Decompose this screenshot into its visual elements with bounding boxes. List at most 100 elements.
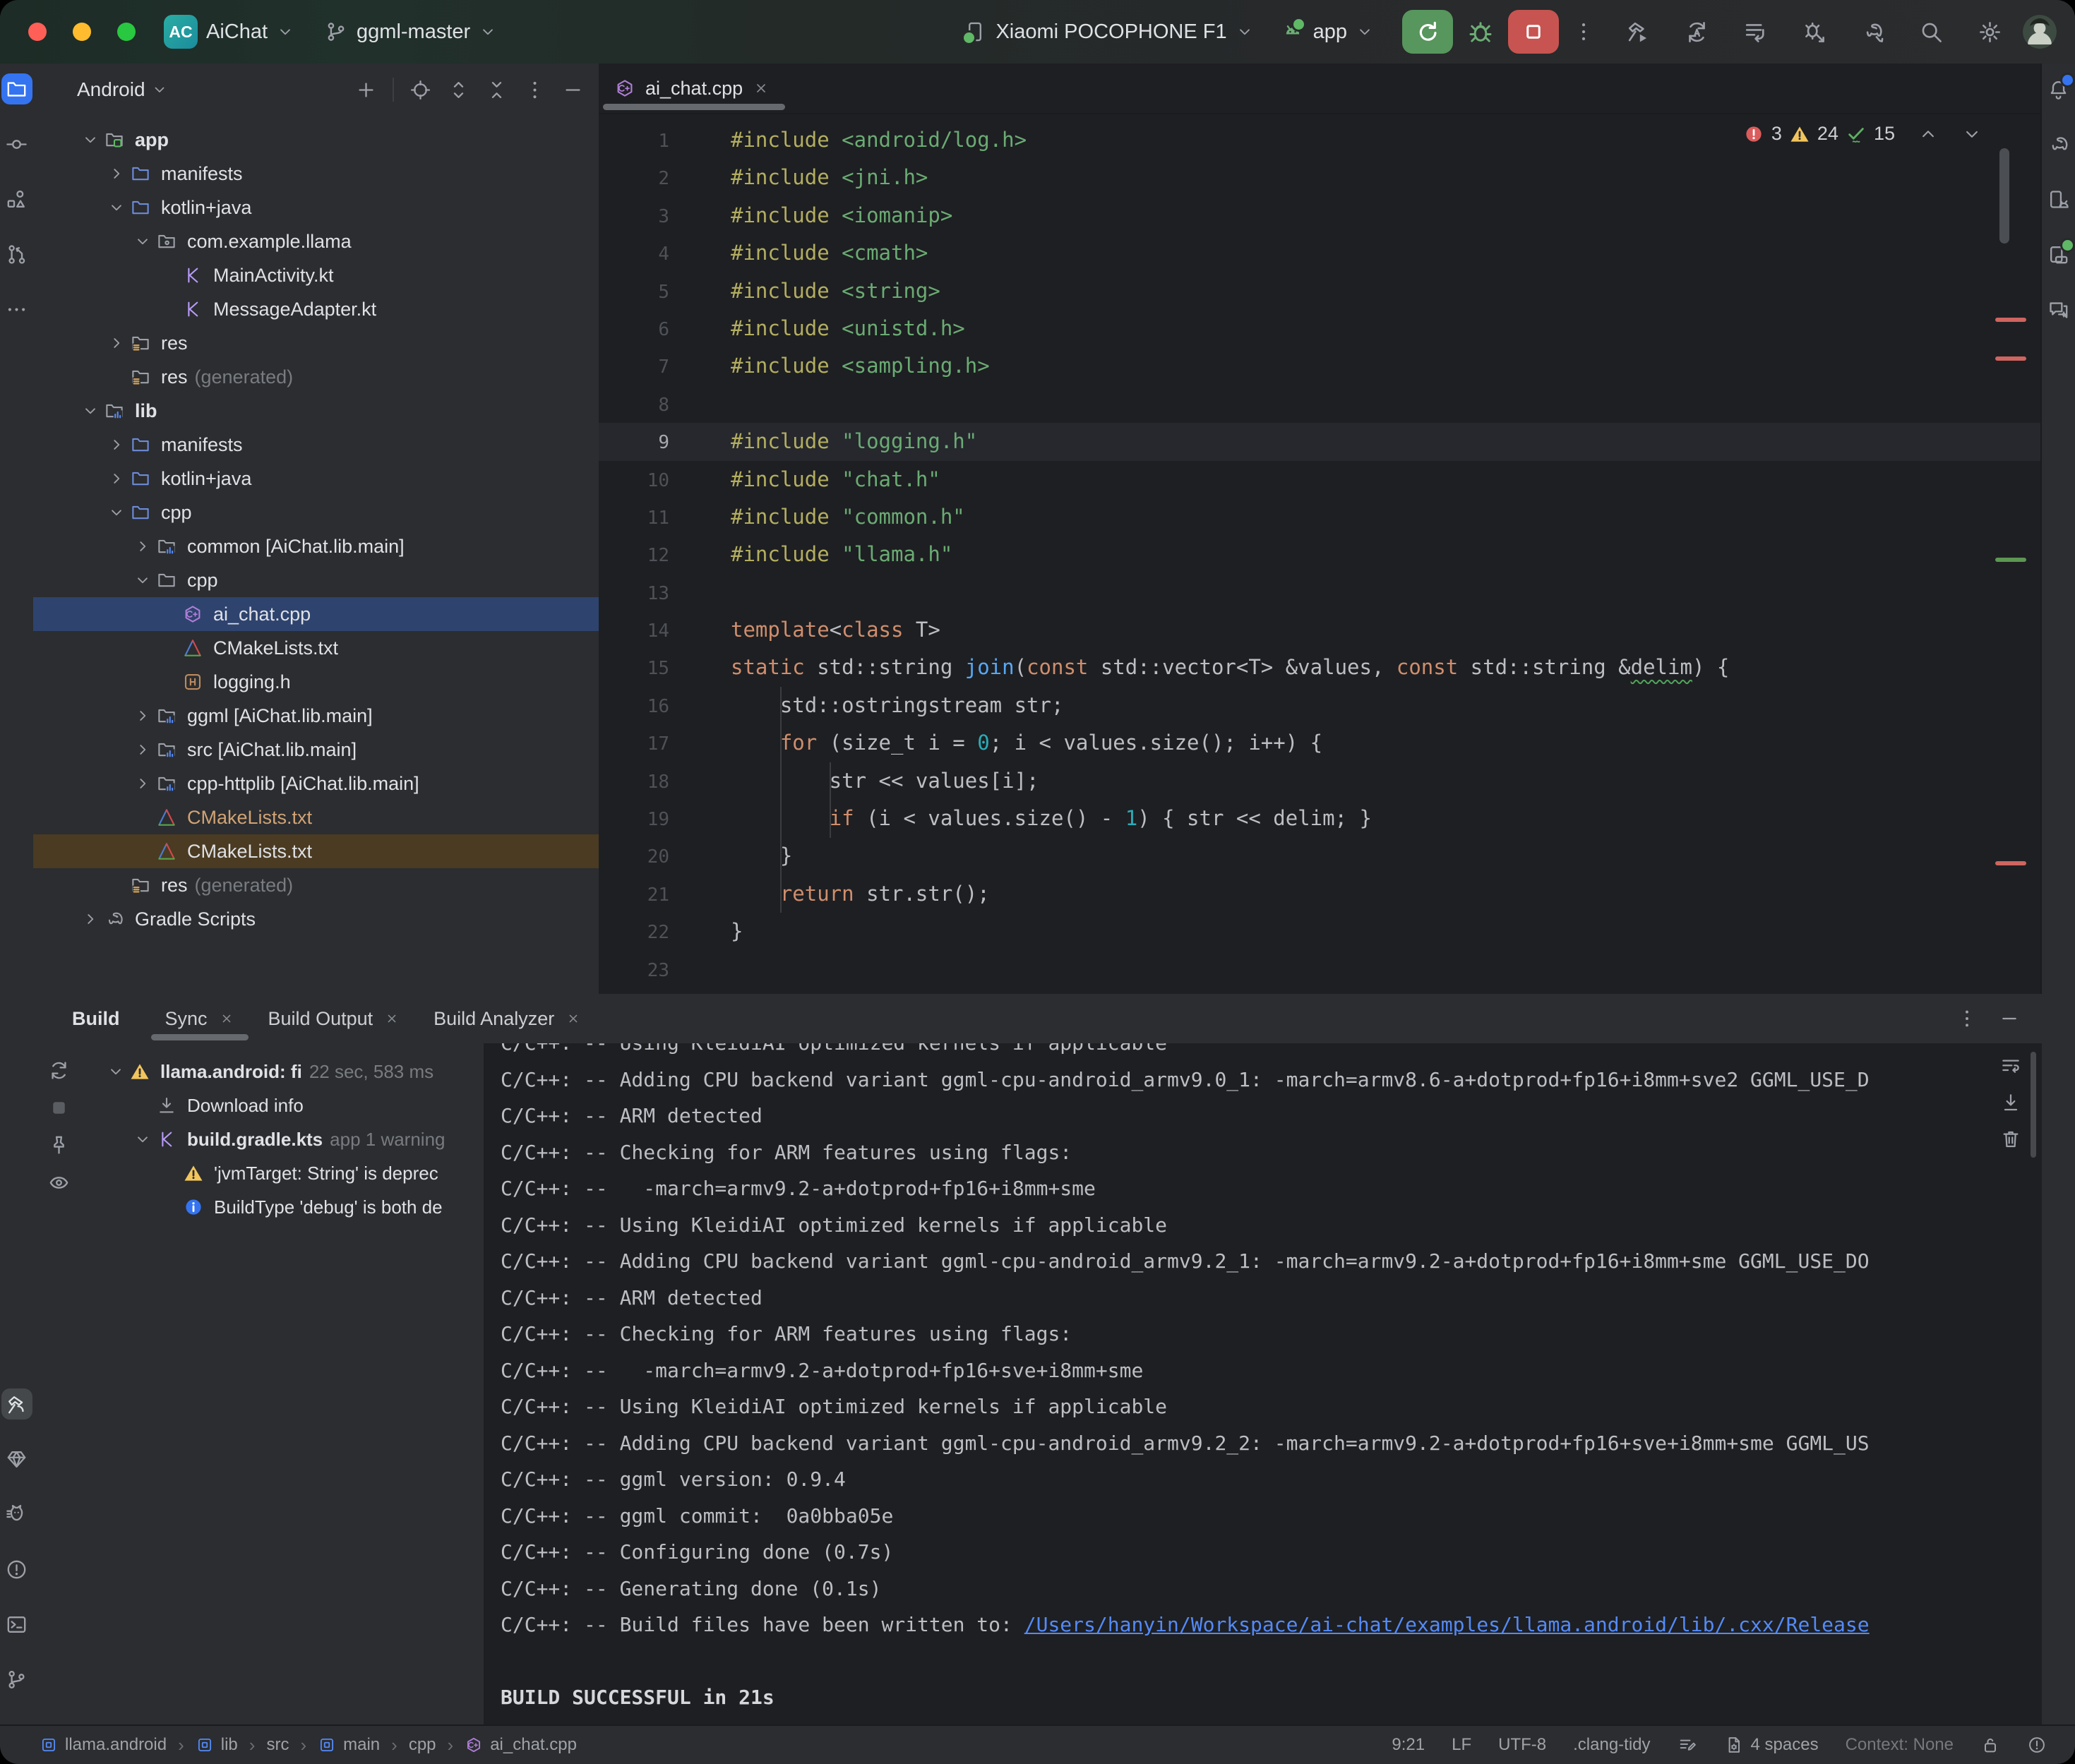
project-row-cmakelists-txt[interactable]: CMakeLists.txt bbox=[33, 800, 599, 834]
breadcrumb-llama-android[interactable]: llama.android bbox=[40, 1735, 167, 1755]
chevron-down-icon[interactable] bbox=[78, 402, 102, 420]
close-tab-icon[interactable] bbox=[566, 1011, 581, 1026]
line-number[interactable]: 13 bbox=[599, 575, 669, 613]
build-run-icon[interactable] bbox=[1625, 19, 1651, 45]
terminal-tool-icon[interactable] bbox=[1, 1609, 32, 1640]
next-problem-icon[interactable] bbox=[1961, 124, 1983, 145]
project-row-cmakelists-txt[interactable]: CMakeLists.txt bbox=[33, 834, 599, 868]
line-number[interactable]: 3 bbox=[599, 198, 669, 236]
project-row-manifests[interactable]: manifests bbox=[33, 428, 599, 462]
ai-context[interactable]: Context: None bbox=[1846, 1735, 1954, 1755]
project-row-common-aichat-lib-main[interactable]: common [AiChat.lib.main] bbox=[33, 529, 599, 563]
chevron-right-icon[interactable] bbox=[131, 537, 155, 556]
close-tab-icon[interactable] bbox=[219, 1011, 234, 1026]
file-encoding[interactable]: UTF-8 bbox=[1498, 1735, 1546, 1755]
breadcrumb-main[interactable]: main bbox=[318, 1735, 380, 1755]
indent-config[interactable]: 4 spaces bbox=[1724, 1735, 1819, 1755]
project-row-messageadapter-kt[interactable]: MessageAdapter.kt bbox=[33, 292, 599, 326]
build-tab-build-analyzer[interactable]: Build Analyzer bbox=[417, 994, 598, 1043]
build-row-download-info[interactable]: Download info bbox=[33, 1088, 484, 1122]
previous-problem-icon[interactable] bbox=[1918, 124, 1939, 145]
clear-console-icon[interactable] bbox=[1999, 1128, 2022, 1151]
build-tab-sync[interactable]: Sync bbox=[148, 994, 251, 1043]
line-number[interactable]: 9 bbox=[599, 424, 669, 462]
add-icon[interactable] bbox=[354, 78, 378, 102]
app-quality-insights-icon[interactable] bbox=[1, 1444, 32, 1475]
project-row-com-example-llama[interactable]: com.example.llama bbox=[33, 224, 599, 258]
select-opened-file-icon[interactable] bbox=[409, 78, 432, 102]
project-row-src-aichat-lib-main[interactable]: src [AiChat.lib.main] bbox=[33, 733, 599, 767]
line-number[interactable]: 19 bbox=[599, 801, 669, 839]
project-tool-icon[interactable] bbox=[1, 73, 32, 104]
build-output-path-link[interactable]: /Users/hanyin/Workspace/ai-chat/examples… bbox=[1024, 1613, 1870, 1636]
build-row-jvmtarget-string-is-deprec[interactable]: 'jvmTarget: String' is deprec bbox=[33, 1156, 484, 1190]
device-selector[interactable]: Xiaomi POCOPHONE F1 bbox=[963, 20, 1253, 44]
build-row-build-gradle-kts[interactable]: build.gradle.ktsapp 1 warning bbox=[33, 1122, 484, 1156]
build-tool-icon[interactable] bbox=[1, 1388, 32, 1420]
build-row-buildtype-debug-is-both-de[interactable]: BuildType 'debug' is both de bbox=[33, 1190, 484, 1224]
error-stripe-mark[interactable] bbox=[1995, 356, 2026, 361]
chevron-down-icon[interactable] bbox=[131, 571, 155, 589]
vcs-widget[interactable]: ggml-master bbox=[324, 20, 497, 44]
line-number[interactable]: 23 bbox=[599, 952, 669, 990]
run-config-selector[interactable]: app bbox=[1281, 20, 1374, 44]
chevron-down-icon[interactable] bbox=[104, 198, 128, 217]
code-analysis-profile[interactable]: .clang-tidy bbox=[1573, 1735, 1650, 1755]
more-tools-icon[interactable] bbox=[1, 294, 32, 325]
line-number[interactable]: 12 bbox=[599, 537, 669, 575]
caret-position[interactable]: 9:21 bbox=[1392, 1735, 1425, 1755]
line-number[interactable]: 6 bbox=[599, 311, 669, 349]
hide-build-panel-icon[interactable] bbox=[1998, 1007, 2021, 1030]
debug-button[interactable] bbox=[1466, 17, 1495, 47]
profiler-tool-icon[interactable] bbox=[1, 1499, 32, 1530]
line-number[interactable]: 22 bbox=[599, 914, 669, 952]
gemini-chat-icon[interactable] bbox=[2043, 294, 2074, 325]
line-number[interactable]: 1 bbox=[599, 123, 669, 160]
minimize-window-button[interactable] bbox=[73, 23, 91, 41]
breadcrumb-src[interactable]: src bbox=[266, 1735, 289, 1755]
close-tab-icon[interactable] bbox=[753, 80, 770, 97]
project-row-ai-chat-cpp[interactable]: ai_chat.cpp bbox=[33, 597, 599, 631]
build-console[interactable]: C/C++: -- Using KleidiAI optimized kerne… bbox=[484, 1043, 2042, 1726]
build-variants-icon[interactable] bbox=[1742, 19, 1769, 45]
chevron-right-icon[interactable] bbox=[131, 707, 155, 725]
formatter-icon[interactable] bbox=[1678, 1735, 1697, 1755]
build-options-icon[interactable] bbox=[1956, 1007, 1978, 1030]
project-row-manifests[interactable]: manifests bbox=[33, 157, 599, 191]
scroll-to-end-icon[interactable] bbox=[1999, 1091, 2022, 1114]
inspections-widget[interactable]: 3 24 15 bbox=[1743, 123, 1983, 145]
settings-icon[interactable] bbox=[1977, 19, 2003, 45]
notifications-icon[interactable] bbox=[2043, 73, 2074, 104]
line-number[interactable]: 15 bbox=[599, 650, 669, 688]
chevron-right-icon[interactable] bbox=[104, 436, 128, 454]
project-row-cpp[interactable]: cpp bbox=[33, 563, 599, 597]
options-icon[interactable] bbox=[523, 78, 546, 102]
project-row-cpp-httplib-aichat-lib-main[interactable]: cpp-httplib [AiChat.lib.main] bbox=[33, 767, 599, 800]
error-stripe-mark[interactable] bbox=[1995, 318, 2026, 322]
project-row-kotlin-java[interactable]: kotlin+java bbox=[33, 191, 599, 224]
line-number[interactable]: 4 bbox=[599, 236, 669, 273]
code-area[interactable]: 1#include <android/log.h>2#include <jni.… bbox=[599, 114, 2042, 994]
rerun-button[interactable] bbox=[1402, 10, 1453, 54]
project-row-res[interactable]: res(generated) bbox=[33, 360, 599, 394]
apply-changes-icon[interactable] bbox=[1684, 19, 1710, 45]
project-row-cpp[interactable]: cpp bbox=[33, 496, 599, 529]
chevron-right-icon[interactable] bbox=[104, 164, 128, 183]
line-number[interactable]: 14 bbox=[599, 613, 669, 650]
line-number[interactable]: 16 bbox=[599, 688, 669, 726]
attach-debugger-icon[interactable] bbox=[1801, 19, 1827, 45]
version-control-tool-icon[interactable] bbox=[1, 1664, 32, 1695]
project-row-mainactivity-kt[interactable]: MainActivity.kt bbox=[33, 258, 599, 292]
console-scrollbar-thumb[interactable] bbox=[2031, 1052, 2036, 1158]
line-number[interactable]: 21 bbox=[599, 877, 669, 914]
line-number[interactable]: 20 bbox=[599, 839, 669, 876]
breadcrumb-cpp[interactable]: cpp bbox=[409, 1735, 436, 1755]
close-tab-icon[interactable] bbox=[384, 1011, 400, 1026]
pull-requests-tool-icon[interactable] bbox=[1, 239, 32, 270]
maximize-window-button[interactable] bbox=[117, 23, 136, 41]
breadcrumb-ai-chat-cpp[interactable]: ai_chat.cpp bbox=[465, 1735, 577, 1755]
avatar[interactable] bbox=[2023, 15, 2057, 49]
line-number[interactable]: 2 bbox=[599, 160, 669, 198]
line-number[interactable]: 10 bbox=[599, 462, 669, 500]
chevron-right-icon[interactable] bbox=[131, 740, 155, 759]
